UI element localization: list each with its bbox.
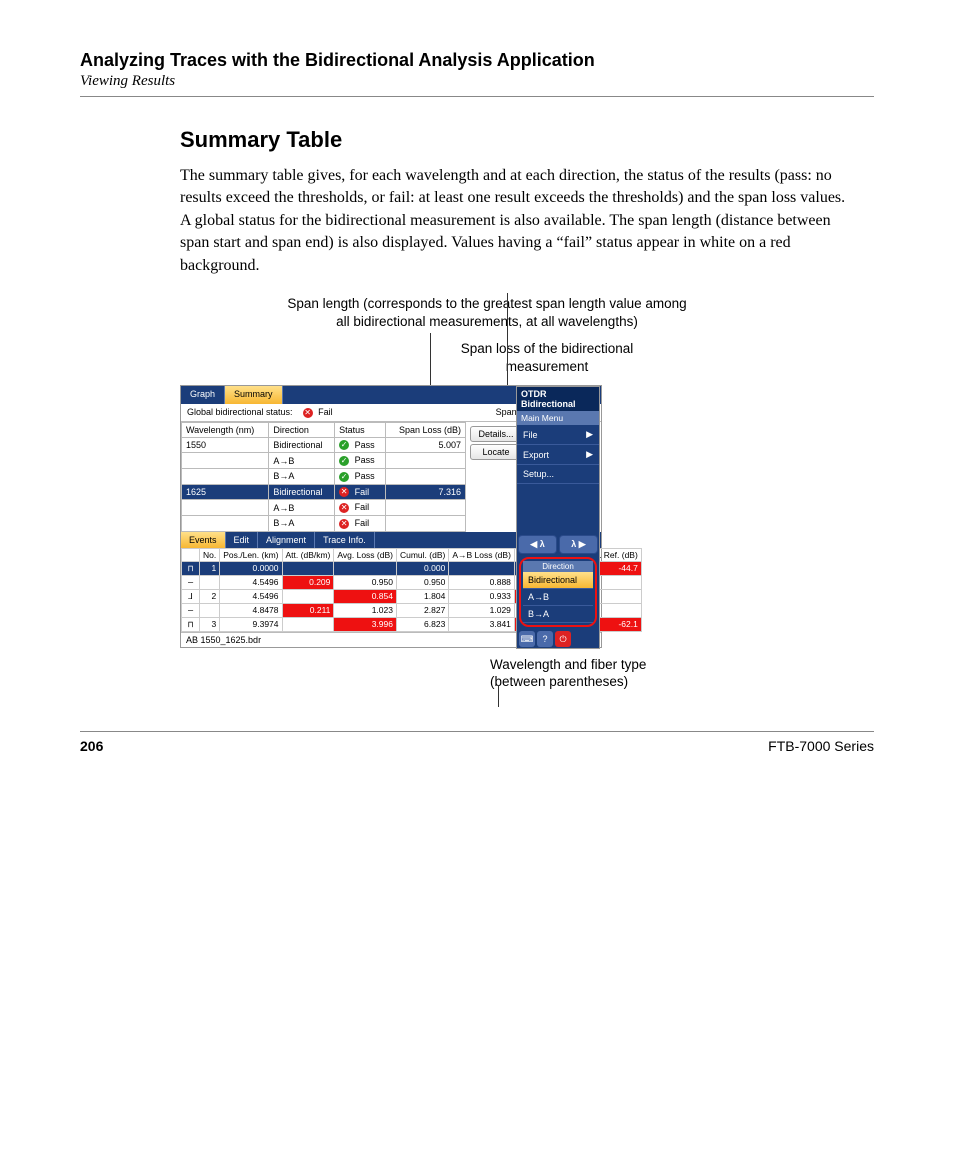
- file-label: AB 1550_1625.bdr: [186, 635, 261, 645]
- table-row[interactable]: A→B✕ Fail: [182, 500, 466, 516]
- annotation-wavelength-fiber-2: (between parentheses): [490, 674, 628, 689]
- callout-line: [498, 685, 499, 707]
- ev-col-ab: A→B Loss (dB): [449, 548, 515, 561]
- divider: [80, 96, 874, 97]
- annotation-span-length-2: all bidirectional measurements, at all w…: [336, 314, 638, 329]
- annotation-span-loss-2: measurement: [506, 359, 589, 374]
- col-span-loss: Span Loss (dB): [385, 422, 465, 437]
- right-sidebar: OTDR Bidirectional Main Menu File▶ Expor…: [516, 386, 600, 648]
- col-direction: Direction: [269, 422, 335, 437]
- direction-panel: Direction Bidirectional A→B B→A: [519, 557, 597, 627]
- subtab-trace-info[interactable]: Trace Info.: [315, 532, 375, 548]
- series-label: FTB-7000 Series: [768, 738, 874, 754]
- table-row[interactable]: 1550Bidirectional✓ Pass5.007: [182, 437, 466, 453]
- keyboard-icon[interactable]: ⌨: [519, 631, 535, 647]
- ev-col-avg: Avg. Loss (dB): [334, 548, 397, 561]
- ev-col-pos: Pos./Len. (km): [220, 548, 282, 561]
- ev-col-att: Att. (dB/km): [282, 548, 334, 561]
- tab-graph[interactable]: Graph: [181, 386, 225, 404]
- subtab-events[interactable]: Events: [181, 532, 226, 548]
- annotation-span-length: Span length (corresponds to the greatest…: [287, 296, 686, 311]
- global-status-value: Fail: [318, 407, 333, 417]
- menu-header: Main Menu: [517, 411, 599, 425]
- direction-ba[interactable]: B→A: [523, 606, 593, 623]
- chevron-right-icon: ▶: [586, 449, 593, 460]
- body-paragraph: The summary table gives, for each wavele…: [180, 165, 854, 277]
- app-screenshot: Graph Summary Global bidirectional statu…: [180, 385, 602, 647]
- chapter-title: Analyzing Traces with the Bidirectional …: [80, 50, 874, 71]
- col-status: Status: [335, 422, 385, 437]
- divider: [80, 731, 874, 732]
- lambda-prev-button[interactable]: ◀ λ: [518, 535, 557, 554]
- app-title: OTDR Bidirectional: [517, 387, 599, 411]
- ev-col-no: No.: [200, 548, 220, 561]
- menu-setup[interactable]: Setup...: [517, 465, 599, 484]
- section-subtitle: Viewing Results: [80, 73, 874, 90]
- chevron-right-icon: ▶: [586, 429, 593, 440]
- summary-table: Wavelength (nm) Direction Status Span Lo…: [181, 422, 466, 532]
- menu-export[interactable]: Export▶: [517, 445, 599, 465]
- menu-file[interactable]: File▶: [517, 425, 599, 445]
- table-row[interactable]: 1625Bidirectional✕ Fail7.316: [182, 484, 466, 500]
- details-button[interactable]: Details...: [470, 426, 522, 442]
- tab-summary[interactable]: Summary: [225, 386, 283, 404]
- help-icon[interactable]: ?: [537, 631, 553, 647]
- ev-col-cumul: Cumul. (dB): [396, 548, 448, 561]
- annotation-wavelength-fiber: Wavelength and fiber type: [490, 657, 646, 672]
- direction-bidirectional[interactable]: Bidirectional: [523, 572, 593, 589]
- annotation-span-loss: Span loss of the bidirectional: [461, 341, 634, 356]
- table-row[interactable]: B→A✕ Fail: [182, 515, 466, 531]
- col-wavelength: Wavelength (nm): [182, 422, 269, 437]
- table-row[interactable]: B→A✓ Pass: [182, 469, 466, 485]
- subtab-edit[interactable]: Edit: [226, 532, 259, 548]
- table-row[interactable]: A→B✓ Pass: [182, 453, 466, 469]
- heading-summary-table: Summary Table: [180, 127, 854, 153]
- power-icon[interactable]: ⏻: [555, 631, 571, 647]
- fail-icon: ✕: [303, 408, 313, 418]
- page-number: 206: [80, 738, 103, 754]
- global-status-label: Global bidirectional status:: [187, 407, 293, 417]
- locate-button[interactable]: Locate: [470, 444, 522, 460]
- direction-header: Direction: [523, 561, 593, 572]
- subtab-alignment[interactable]: Alignment: [258, 532, 315, 548]
- lambda-next-button[interactable]: λ ▶: [559, 535, 598, 554]
- direction-ab[interactable]: A→B: [523, 589, 593, 606]
